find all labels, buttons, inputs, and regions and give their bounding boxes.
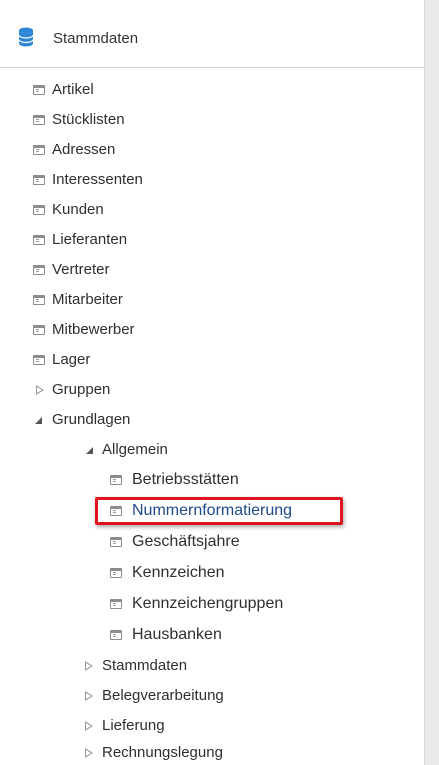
tree-node-label: Gruppen [52,381,111,398]
tree-item-vertreter[interactable]: Vertreter [0,260,424,280]
form-icon [33,175,45,185]
collapse-arrow-icon[interactable] [35,417,42,424]
tree-node-label: Rechnungslegung [102,744,223,761]
tree-item-label: Mitarbeiter [52,291,123,308]
database-icon [18,27,34,47]
form-icon [33,235,45,245]
tree-node-label: Stammdaten [102,657,188,674]
expand-arrow-icon[interactable] [85,691,93,701]
tree-item-nummernformatierung[interactable]: Nummernformatierung [0,501,424,521]
tree-node-stammdaten[interactable]: Stammdaten [0,656,424,676]
form-icon [33,355,45,365]
tree-item-mitbewerber[interactable]: Mitbewerber [0,320,424,340]
tree-item-lieferanten[interactable]: Lieferanten [0,230,424,250]
form-icon [33,115,45,125]
form-icon [110,475,122,485]
tree-item-betriebsstaetten[interactable]: Betriebsstätten [0,470,424,490]
tree-item-lager[interactable]: Lager [0,350,424,370]
tree-item-label: Hausbanken [132,626,222,643]
tree-item-stuecklisten[interactable]: Stücklisten [0,110,424,130]
tree-item-label: Kennzeichen [132,564,225,581]
navigation-panel: Stammdaten Artikel Stücklisten Adressen … [0,0,424,765]
section-header-stammdaten[interactable]: Stammdaten [0,0,424,68]
tree-item-interessenten[interactable]: Interessenten [0,170,424,190]
form-icon [110,537,122,547]
tree-item-geschaeftsjahre[interactable]: Geschäftsjahre [0,532,424,552]
expand-arrow-icon[interactable] [85,721,93,731]
tree-item-hausbanken[interactable]: Hausbanken [0,625,424,645]
expand-arrow-icon[interactable] [36,385,44,395]
tree-node-gruppen[interactable]: Gruppen [0,380,424,400]
expand-arrow-icon[interactable] [85,748,93,758]
tree-item-label: Lieferanten [52,231,128,248]
tree-item-label: Stücklisten [52,111,125,128]
tree-item-kennzeichengruppen[interactable]: Kennzeichengruppen [0,594,424,614]
tree-item-mitarbeiter[interactable]: Mitarbeiter [0,290,424,310]
tree-node-lieferung[interactable]: Lieferung [0,716,424,736]
form-icon [33,265,45,275]
tree-item-label: Adressen [52,141,116,158]
tree-node-grundlagen[interactable]: Grundlagen [0,410,424,430]
section-title: Stammdaten [53,30,139,47]
form-icon [33,205,45,215]
tree-item-label: Mitbewerber [52,321,135,338]
tree-item-label: Betriebsstätten [132,471,239,488]
tree-node-belegverarbeitung[interactable]: Belegverarbeitung [0,686,424,706]
form-icon [33,145,45,155]
tree-item-label: Kennzeichengruppen [132,595,284,612]
tree-node-label: Grundlagen [52,411,131,428]
tree-node-allgemein[interactable]: Allgemein [0,440,424,460]
expand-arrow-icon[interactable] [85,661,93,671]
form-icon [110,599,122,609]
tree-item-label: Kunden [52,201,104,218]
tree-node-rechnungslegung[interactable]: Rechnungslegung [0,743,424,763]
tree-item-label: Nummernformatierung [132,502,293,519]
tree-item-label: Vertreter [52,261,110,278]
tree-item-kennzeichen[interactable]: Kennzeichen [0,563,424,583]
tree-item-label: Interessenten [52,171,143,188]
tree-item-label: Artikel [52,81,94,98]
tree-item-kunden[interactable]: Kunden [0,200,424,220]
tree-item-label: Geschäftsjahre [132,533,240,550]
tree-node-label: Lieferung [102,717,165,734]
tree-item-label: Lager [52,351,91,368]
right-panel-edge [424,0,439,765]
form-icon [110,630,122,640]
tree-item-artikel[interactable]: Artikel [0,80,424,100]
form-icon [33,325,45,335]
form-icon [110,506,122,516]
form-icon [33,85,45,95]
form-icon [110,568,122,578]
form-icon [33,295,45,305]
tree-node-label: Allgemein [102,441,168,458]
tree-item-adressen[interactable]: Adressen [0,140,424,160]
tree-node-label: Belegverarbeitung [102,687,224,704]
collapse-arrow-icon[interactable] [86,447,93,454]
